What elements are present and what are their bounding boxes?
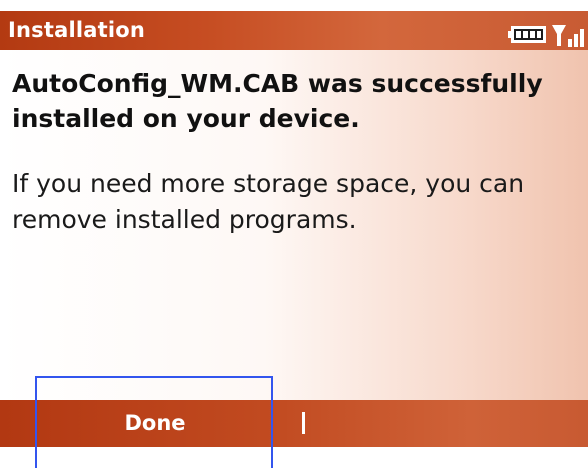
done-softkey[interactable]: Done: [36, 400, 274, 447]
bottom-strip: [0, 447, 588, 468]
top-strip: [0, 0, 588, 11]
window-title: Installation: [8, 18, 146, 42]
storage-hint-text: If you need more storage space, you can …: [12, 169, 525, 234]
right-softkey[interactable]: [320, 400, 580, 447]
device-screen: Installation AutoConfig_WM.CAB was succe…: [0, 0, 588, 468]
signal-strength-icon: [552, 25, 584, 47]
softkey-divider: [302, 412, 305, 434]
battery-full-icon: [508, 26, 546, 43]
message-area: AutoConfig_WM.CAB was successfully insta…: [0, 50, 588, 400]
install-success-headline: AutoConfig_WM.CAB was successfully insta…: [12, 69, 543, 133]
softkey-bar: Done: [0, 400, 588, 447]
title-bar: Installation: [0, 11, 588, 50]
